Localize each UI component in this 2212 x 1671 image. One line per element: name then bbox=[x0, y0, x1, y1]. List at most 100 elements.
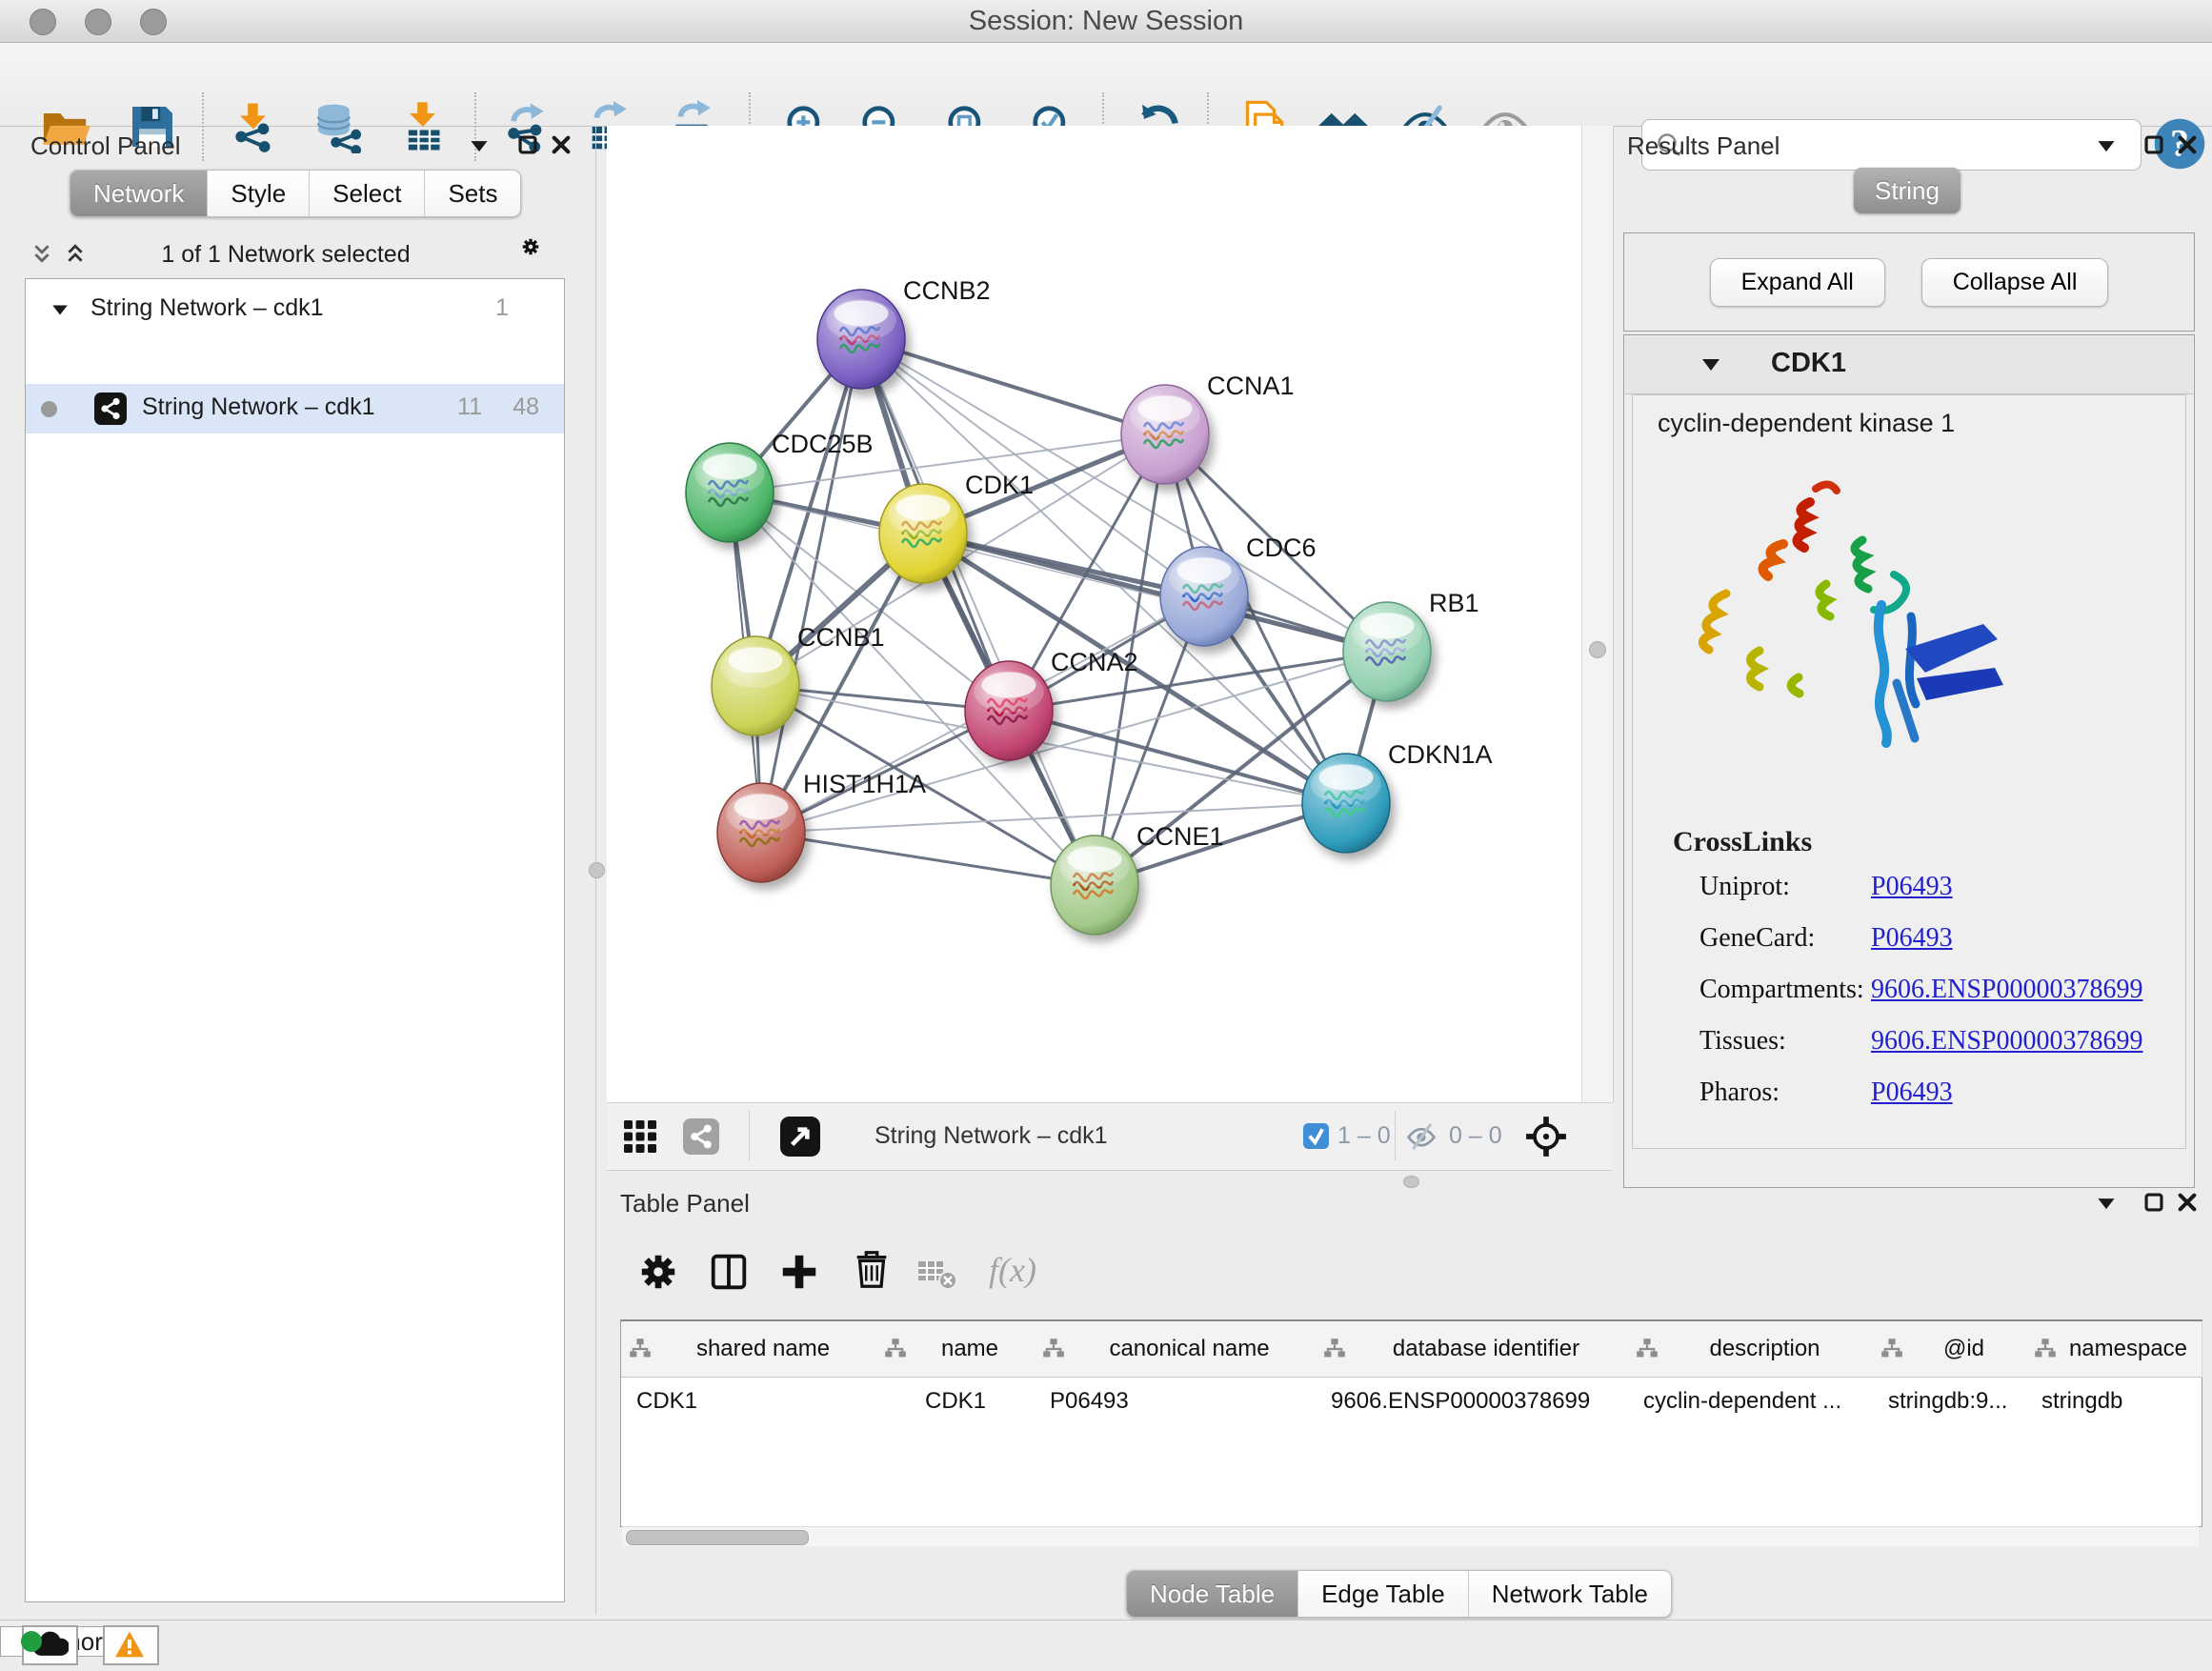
node-label-CDC6: CDC6 bbox=[1246, 534, 1317, 562]
delete-table-icon bbox=[916, 1254, 958, 1297]
control-panel-close-icon[interactable] bbox=[551, 134, 572, 155]
tab-style[interactable]: Style bbox=[208, 171, 310, 216]
tab-select[interactable]: Select bbox=[310, 171, 425, 216]
table-panel-close-icon[interactable] bbox=[2177, 1192, 2198, 1213]
network-collection-row[interactable]: String Network – cdk1 1 bbox=[26, 285, 564, 334]
birdseye-view-icon[interactable] bbox=[780, 1117, 820, 1157]
crosslink-link[interactable]: P06493 bbox=[1871, 923, 1953, 954]
crosslink-link[interactable]: P06493 bbox=[1871, 872, 1953, 902]
network-node-CDKN1A[interactable] bbox=[1302, 754, 1390, 853]
network-node-CDC6[interactable] bbox=[1160, 547, 1248, 646]
hidden-nodes-edges-count: 0 – 0 bbox=[1449, 1122, 1502, 1150]
network-row-selected[interactable]: String Network – cdk1 11 48 bbox=[26, 384, 564, 433]
network-node-RB1[interactable] bbox=[1343, 602, 1431, 701]
column-header-databaseidentifier[interactable]: database identifier bbox=[1316, 1321, 1629, 1378]
table-cell[interactable]: cyclin-dependent ... bbox=[1628, 1378, 1873, 1425]
right-splitter-handle[interactable] bbox=[1589, 641, 1606, 658]
collapse-all-button[interactable]: Collapse All bbox=[1921, 258, 2109, 307]
crosslink-label: GeneCard: bbox=[1699, 923, 1815, 954]
tab-sets[interactable]: Sets bbox=[425, 171, 520, 216]
column-header-description[interactable]: description bbox=[1628, 1321, 1874, 1378]
gene-section-collapse-icon[interactable] bbox=[1701, 357, 1720, 372]
node-label-CDK1: CDK1 bbox=[965, 471, 1034, 499]
gene-description: cyclin-dependent kinase 1 bbox=[1658, 409, 1955, 438]
table-cell[interactable]: P06493 bbox=[1035, 1378, 1316, 1425]
table-tab-network-table[interactable]: Network Table bbox=[1469, 1571, 1671, 1617]
import-table-icon[interactable] bbox=[396, 100, 450, 153]
column-header-id[interactable]: @id bbox=[1873, 1321, 2027, 1378]
show-columns-icon[interactable] bbox=[707, 1250, 751, 1299]
import-from-database-icon[interactable] bbox=[312, 100, 365, 153]
table-tab-edge-table[interactable]: Edge Table bbox=[1298, 1571, 1469, 1617]
collapse-all-networks-icon[interactable] bbox=[31, 243, 52, 264]
function-builder-icon: f(x) bbox=[989, 1250, 1036, 1290]
crosslink-label: Compartments: bbox=[1699, 975, 1864, 1005]
memory-status-dot bbox=[21, 1631, 42, 1652]
table-tab-node-table[interactable]: Node Table bbox=[1127, 1571, 1298, 1617]
add-column-icon[interactable] bbox=[777, 1250, 821, 1299]
network-node-CCNE1[interactable] bbox=[1051, 836, 1138, 935]
table-panel-menu-icon[interactable] bbox=[2096, 1193, 2117, 1214]
network-node-CCNB1[interactable] bbox=[712, 636, 799, 735]
network-options-gear-icon[interactable] bbox=[520, 236, 553, 269]
control-panel-menu-icon[interactable] bbox=[469, 135, 490, 156]
hidden-count-eye-slash-icon bbox=[1405, 1120, 1438, 1153]
window-title: Session: New Session bbox=[0, 6, 2212, 37]
network-selection-status: 1 of 1 Network selected bbox=[76, 241, 495, 269]
results-tab-string[interactable]: String bbox=[1854, 168, 1961, 213]
node-label-CDKN1A: CDKN1A bbox=[1388, 740, 1493, 769]
node-count: 11 bbox=[457, 393, 482, 421]
table-cell[interactable]: CDK1 bbox=[876, 1378, 1035, 1425]
crosslinks-heading: CrossLinks bbox=[1673, 826, 1812, 858]
table-cell[interactable]: 9606.ENSP00000378699 bbox=[1316, 1378, 1628, 1425]
toolbar-separator bbox=[202, 92, 204, 161]
delete-column-trash-icon[interactable] bbox=[850, 1248, 894, 1297]
table-settings-gear-icon[interactable] bbox=[636, 1250, 680, 1299]
network-view-share-icon[interactable] bbox=[683, 1118, 719, 1155]
table-cell[interactable]: stringdb bbox=[2026, 1378, 2202, 1425]
network-canvas[interactable]: CCNB2CCNA1CDC25BCDK1CDC6RB1CCNB1CCNA2CDK… bbox=[607, 126, 1581, 1102]
import-network-icon[interactable] bbox=[227, 100, 280, 153]
network-node-CCNA2[interactable] bbox=[965, 661, 1053, 760]
table-cell[interactable]: stringdb:9... bbox=[1873, 1378, 2026, 1425]
fit-selected-crosshair-icon[interactable] bbox=[1524, 1115, 1568, 1158]
title-bar: Session: New Session bbox=[0, 0, 2212, 43]
crosslink-link[interactable]: 9606.ENSP00000378699 bbox=[1871, 975, 2142, 1005]
network-node-CDK1[interactable] bbox=[879, 484, 967, 583]
network-node-HIST1H1A[interactable] bbox=[717, 783, 805, 882]
expand-all-button[interactable]: Expand All bbox=[1710, 258, 1885, 307]
column-header-namespace[interactable]: namespace bbox=[2026, 1321, 2202, 1378]
selected-count-checkbox-icon[interactable] bbox=[1303, 1123, 1329, 1149]
warning-status-button[interactable] bbox=[103, 1625, 159, 1665]
column-header-sharedname[interactable]: shared name bbox=[621, 1321, 877, 1378]
table-horizontal-scrollbar[interactable] bbox=[622, 1526, 2199, 1546]
table-panel-float-icon[interactable] bbox=[2143, 1192, 2164, 1213]
column-header-name[interactable]: name bbox=[876, 1321, 1036, 1378]
table-cell[interactable]: CDK1 bbox=[621, 1378, 876, 1425]
tab-network[interactable]: Network bbox=[70, 171, 208, 216]
node-label-CCNA1: CCNA1 bbox=[1207, 372, 1295, 400]
network-label: String Network – cdk1 bbox=[142, 393, 375, 421]
column-header-canonicalname[interactable]: canonical name bbox=[1035, 1321, 1317, 1378]
crosslink-label: Pharos: bbox=[1699, 1077, 1780, 1108]
network-node-CDC25B[interactable] bbox=[686, 443, 774, 542]
crosslink-label: Tissues: bbox=[1699, 1026, 1786, 1057]
scrollbar-thumb[interactable] bbox=[626, 1530, 809, 1545]
collection-expand-icon[interactable] bbox=[50, 300, 70, 319]
network-tree: String Network – cdk1 1 String Network –… bbox=[25, 278, 565, 1602]
crosslink-link[interactable]: 9606.ENSP00000378699 bbox=[1871, 1026, 2142, 1057]
network-node-CCNB2[interactable] bbox=[817, 290, 905, 389]
table-tabs: Node TableEdge TableNetwork Table bbox=[1126, 1570, 1672, 1618]
control-panel-float-icon[interactable] bbox=[517, 134, 538, 155]
left-splitter-handle[interactable] bbox=[589, 862, 605, 878]
network-node-CCNA1[interactable] bbox=[1121, 385, 1209, 484]
crosslink-link[interactable]: P06493 bbox=[1871, 1077, 1953, 1108]
string-network-icon bbox=[94, 393, 127, 425]
main-toolbar: ? bbox=[0, 43, 2212, 127]
string-node-panel: CDK1 cyclin-dependent kinase 1 bbox=[1623, 334, 2195, 1188]
gene-section-header[interactable]: CDK1 bbox=[1625, 336, 2193, 394]
gene-symbol: CDK1 bbox=[1771, 348, 1846, 379]
bottom-splitter-handle[interactable] bbox=[1403, 1176, 1419, 1188]
grid-view-icon[interactable] bbox=[622, 1118, 658, 1155]
toolbar-separator bbox=[749, 1111, 750, 1160]
